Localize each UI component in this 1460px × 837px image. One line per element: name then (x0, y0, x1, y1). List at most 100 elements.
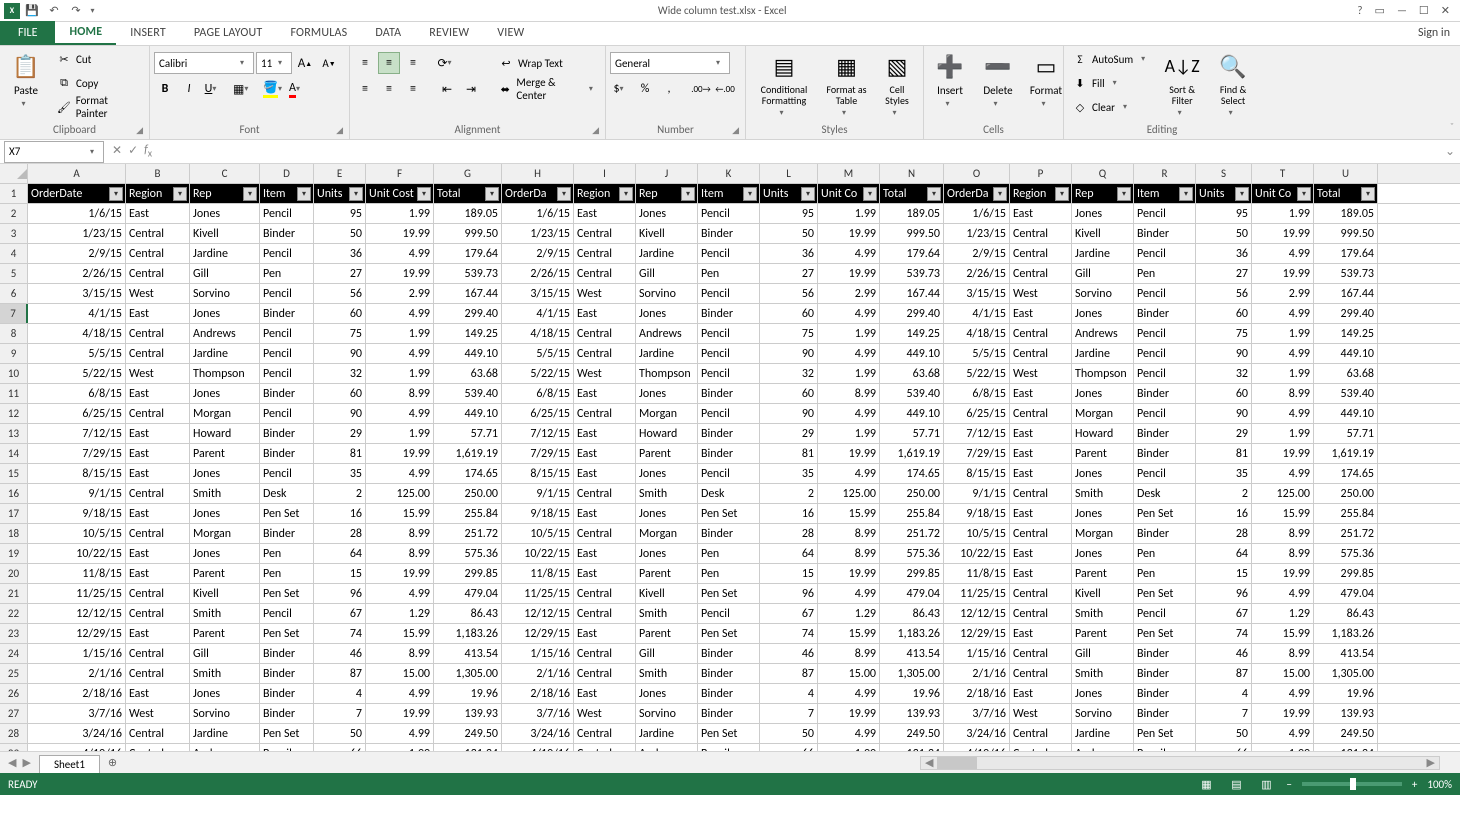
cell[interactable]: 2/9/15 (944, 244, 1010, 263)
delete-cells-button[interactable]: ➖Delete▾ (976, 48, 1020, 111)
cell[interactable]: Parent (1072, 564, 1134, 583)
cell[interactable]: 539.40 (434, 384, 502, 403)
tab-insert[interactable]: INSERT (116, 21, 180, 45)
cell[interactable]: 63.68 (434, 364, 502, 383)
sheet-tab[interactable]: Sheet1 (39, 755, 100, 773)
cell[interactable]: 3/24/16 (944, 724, 1010, 743)
cell[interactable]: Pencil (1134, 464, 1196, 483)
cell[interactable]: 1/6/15 (502, 204, 574, 223)
cell[interactable]: 95 (314, 204, 366, 223)
autosum-button[interactable]: ΣAutoSum▾ (1068, 48, 1154, 70)
clear-button[interactable]: ◇Clear▾ (1068, 96, 1154, 118)
tab-home[interactable]: HOME (55, 21, 116, 45)
cell[interactable]: 15.00 (366, 664, 434, 683)
cell[interactable]: 19.99 (818, 444, 880, 463)
cell[interactable]: 413.54 (434, 644, 502, 663)
cell[interactable]: 81 (1196, 444, 1252, 463)
cell[interactable]: 63.68 (880, 364, 944, 383)
cell[interactable]: 16 (314, 504, 366, 523)
cell[interactable]: East (574, 564, 636, 583)
decrease-indent-button[interactable]: ⇤ (436, 78, 458, 100)
clipboard-dialog-launcher[interactable]: ◢ (136, 125, 143, 136)
cell[interactable]: 5/5/15 (944, 344, 1010, 363)
cell[interactable]: 4/18/15 (502, 324, 574, 343)
cell[interactable]: Central (574, 604, 636, 623)
cell[interactable]: 575.36 (1314, 544, 1378, 563)
cell[interactable]: 19.99 (818, 564, 880, 583)
cell[interactable]: Pencil (1134, 604, 1196, 623)
cell[interactable]: 87 (760, 664, 818, 683)
cell[interactable]: 11/25/15 (502, 584, 574, 603)
cell[interactable]: 36 (760, 244, 818, 263)
font-dialog-launcher[interactable]: ◢ (336, 125, 343, 136)
cell[interactable]: Pencil (260, 364, 314, 383)
fill-color-button[interactable]: 🪣▾ (262, 78, 284, 100)
table-column-header[interactable]: Region▾ (126, 184, 190, 203)
cell[interactable]: Thompson (190, 364, 260, 383)
row-header[interactable]: 14 (0, 444, 28, 463)
cell[interactable]: Central (574, 664, 636, 683)
cell[interactable]: 139.93 (1314, 704, 1378, 723)
cell[interactable]: Pen (1134, 544, 1196, 563)
cell[interactable]: 1,183.26 (880, 624, 944, 643)
cell[interactable]: 66 (314, 744, 366, 751)
table-column-header[interactable]: Total▾ (880, 184, 944, 203)
cell[interactable]: 19.99 (1252, 224, 1314, 243)
cell[interactable]: 413.54 (880, 644, 944, 663)
cell[interactable]: Binder (698, 524, 760, 543)
tab-formulas[interactable]: FORMULAS (276, 21, 361, 45)
cell[interactable]: 4.99 (366, 304, 434, 323)
fx-button[interactable]: fx (144, 143, 152, 159)
cell[interactable]: Jones (636, 684, 698, 703)
cell[interactable]: Pen (1134, 564, 1196, 583)
cell[interactable]: Pencil (260, 344, 314, 363)
cell[interactable]: 2.99 (1252, 284, 1314, 303)
cell[interactable]: Central (126, 344, 190, 363)
row-header[interactable]: 13 (0, 424, 28, 443)
row-header[interactable]: 19 (0, 544, 28, 563)
row-header[interactable]: 7 (0, 304, 28, 323)
tab-data[interactable]: DATA (361, 21, 415, 45)
cell[interactable]: 50 (760, 224, 818, 243)
cell[interactable]: Jones (190, 684, 260, 703)
cell[interactable]: 1.99 (366, 364, 434, 383)
cell[interactable]: 449.10 (434, 344, 502, 363)
sign-in-link[interactable]: Sign in (1418, 26, 1450, 40)
copy-button[interactable]: ⧉Copy (52, 72, 145, 94)
accounting-format-button[interactable]: $▾ (610, 78, 632, 100)
decrease-decimal-button[interactable]: ←.00 (714, 78, 736, 100)
cell[interactable]: East (574, 544, 636, 563)
cell[interactable]: 6/25/15 (28, 404, 126, 423)
cell[interactable]: East (574, 424, 636, 443)
cell[interactable]: 8.99 (818, 544, 880, 563)
cell[interactable]: Morgan (636, 404, 698, 423)
cell[interactable]: 19.99 (366, 704, 434, 723)
cell[interactable]: 449.10 (434, 404, 502, 423)
row-header[interactable]: 3 (0, 224, 28, 243)
cell[interactable]: Jardine (1072, 344, 1134, 363)
cell[interactable]: 74 (760, 624, 818, 643)
cell[interactable]: East (126, 624, 190, 643)
cell[interactable]: 50 (1196, 724, 1252, 743)
row-header[interactable]: 29 (0, 744, 28, 751)
cell[interactable]: East (126, 444, 190, 463)
cell[interactable]: Central (126, 484, 190, 503)
cell[interactable]: 19.99 (366, 264, 434, 283)
cell[interactable]: 4.99 (1252, 464, 1314, 483)
cell[interactable]: 4.99 (818, 344, 880, 363)
cell[interactable]: 10/5/15 (502, 524, 574, 543)
cell[interactable]: 131.34 (880, 744, 944, 751)
cell[interactable]: 999.50 (1314, 224, 1378, 243)
increase-decimal-button[interactable]: .00→ (690, 78, 712, 100)
orientation-button[interactable]: ⟳▾ (436, 52, 458, 74)
cell[interactable]: Pen Set (1134, 624, 1196, 643)
cell[interactable]: Pen Set (1134, 584, 1196, 603)
cell[interactable]: Binder (260, 684, 314, 703)
tab-file[interactable]: FILE (0, 21, 55, 45)
cell[interactable]: Binder (698, 704, 760, 723)
cell[interactable]: 255.84 (1314, 504, 1378, 523)
cell[interactable]: 3/15/15 (28, 284, 126, 303)
cell[interactable]: 15.99 (366, 624, 434, 643)
cell[interactable]: 3/15/15 (502, 284, 574, 303)
row-header[interactable]: 21 (0, 584, 28, 603)
